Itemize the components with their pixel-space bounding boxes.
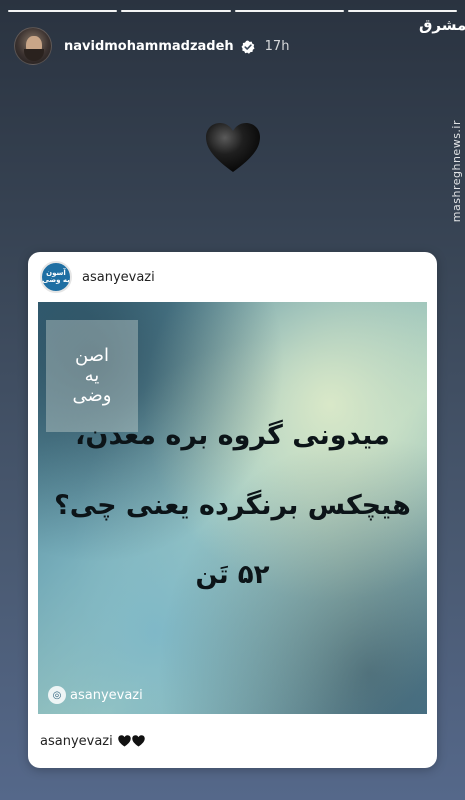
post-header: آسون یه وضی asanyevazi xyxy=(28,252,437,302)
black-heart-icon xyxy=(205,122,261,174)
image-logo-line: وضی xyxy=(72,384,112,406)
shared-post-card[interactable]: آسون یه وضی asanyevazi اصن یه وضی میدونی… xyxy=(28,252,437,768)
story-avatar[interactable] xyxy=(14,27,52,65)
caption-emojis xyxy=(118,735,145,747)
image-logo-line: اصن xyxy=(75,345,109,367)
image-logo: اصن یه وضی xyxy=(46,320,138,432)
image-watermark-text: asanyevazi xyxy=(70,687,143,703)
watermark-logo-icon: ◎ xyxy=(48,686,66,704)
black-heart-icon xyxy=(132,735,145,747)
story-time: 17h xyxy=(264,38,290,54)
story-username[interactable]: navidmohammadzadeh xyxy=(64,39,234,54)
story-progress-segment xyxy=(8,10,118,12)
mashregh-watermark: mashreghnews.ir xyxy=(450,120,463,223)
image-text-line-3: ۵۲ تَن xyxy=(195,560,270,590)
story-progress-segment xyxy=(347,10,457,12)
verified-badge-icon xyxy=(241,39,255,54)
post-image: اصن یه وضی میدونی گروه بره معدن، هیچکس ب… xyxy=(38,302,427,714)
image-logo-line: یه xyxy=(84,365,100,387)
story-header: navidmohammadzadeh 17h xyxy=(14,26,451,66)
image-text-line-1: میدونی گروه بره معدن، xyxy=(75,420,390,451)
mashregh-logo-text: مشرق xyxy=(419,16,465,34)
post-avatar[interactable]: آسون یه وضی xyxy=(40,261,72,293)
caption-username[interactable]: asanyevazi xyxy=(40,734,113,749)
post-caption: asanyevazi xyxy=(28,714,437,768)
post-username[interactable]: asanyevazi xyxy=(82,270,155,285)
story-progress-bars xyxy=(8,10,457,12)
mashregh-logo: مشرق xyxy=(419,18,465,50)
image-text-line-2: هیچکس برنگرده یعنی چی؟ xyxy=(54,490,411,521)
story-progress-segment xyxy=(234,10,344,12)
story-progress-segment xyxy=(121,10,231,12)
post-avatar-text: آسون یه وضی xyxy=(42,269,70,284)
image-watermark: ◎ asanyevazi xyxy=(48,686,143,704)
black-heart-icon xyxy=(118,735,131,747)
